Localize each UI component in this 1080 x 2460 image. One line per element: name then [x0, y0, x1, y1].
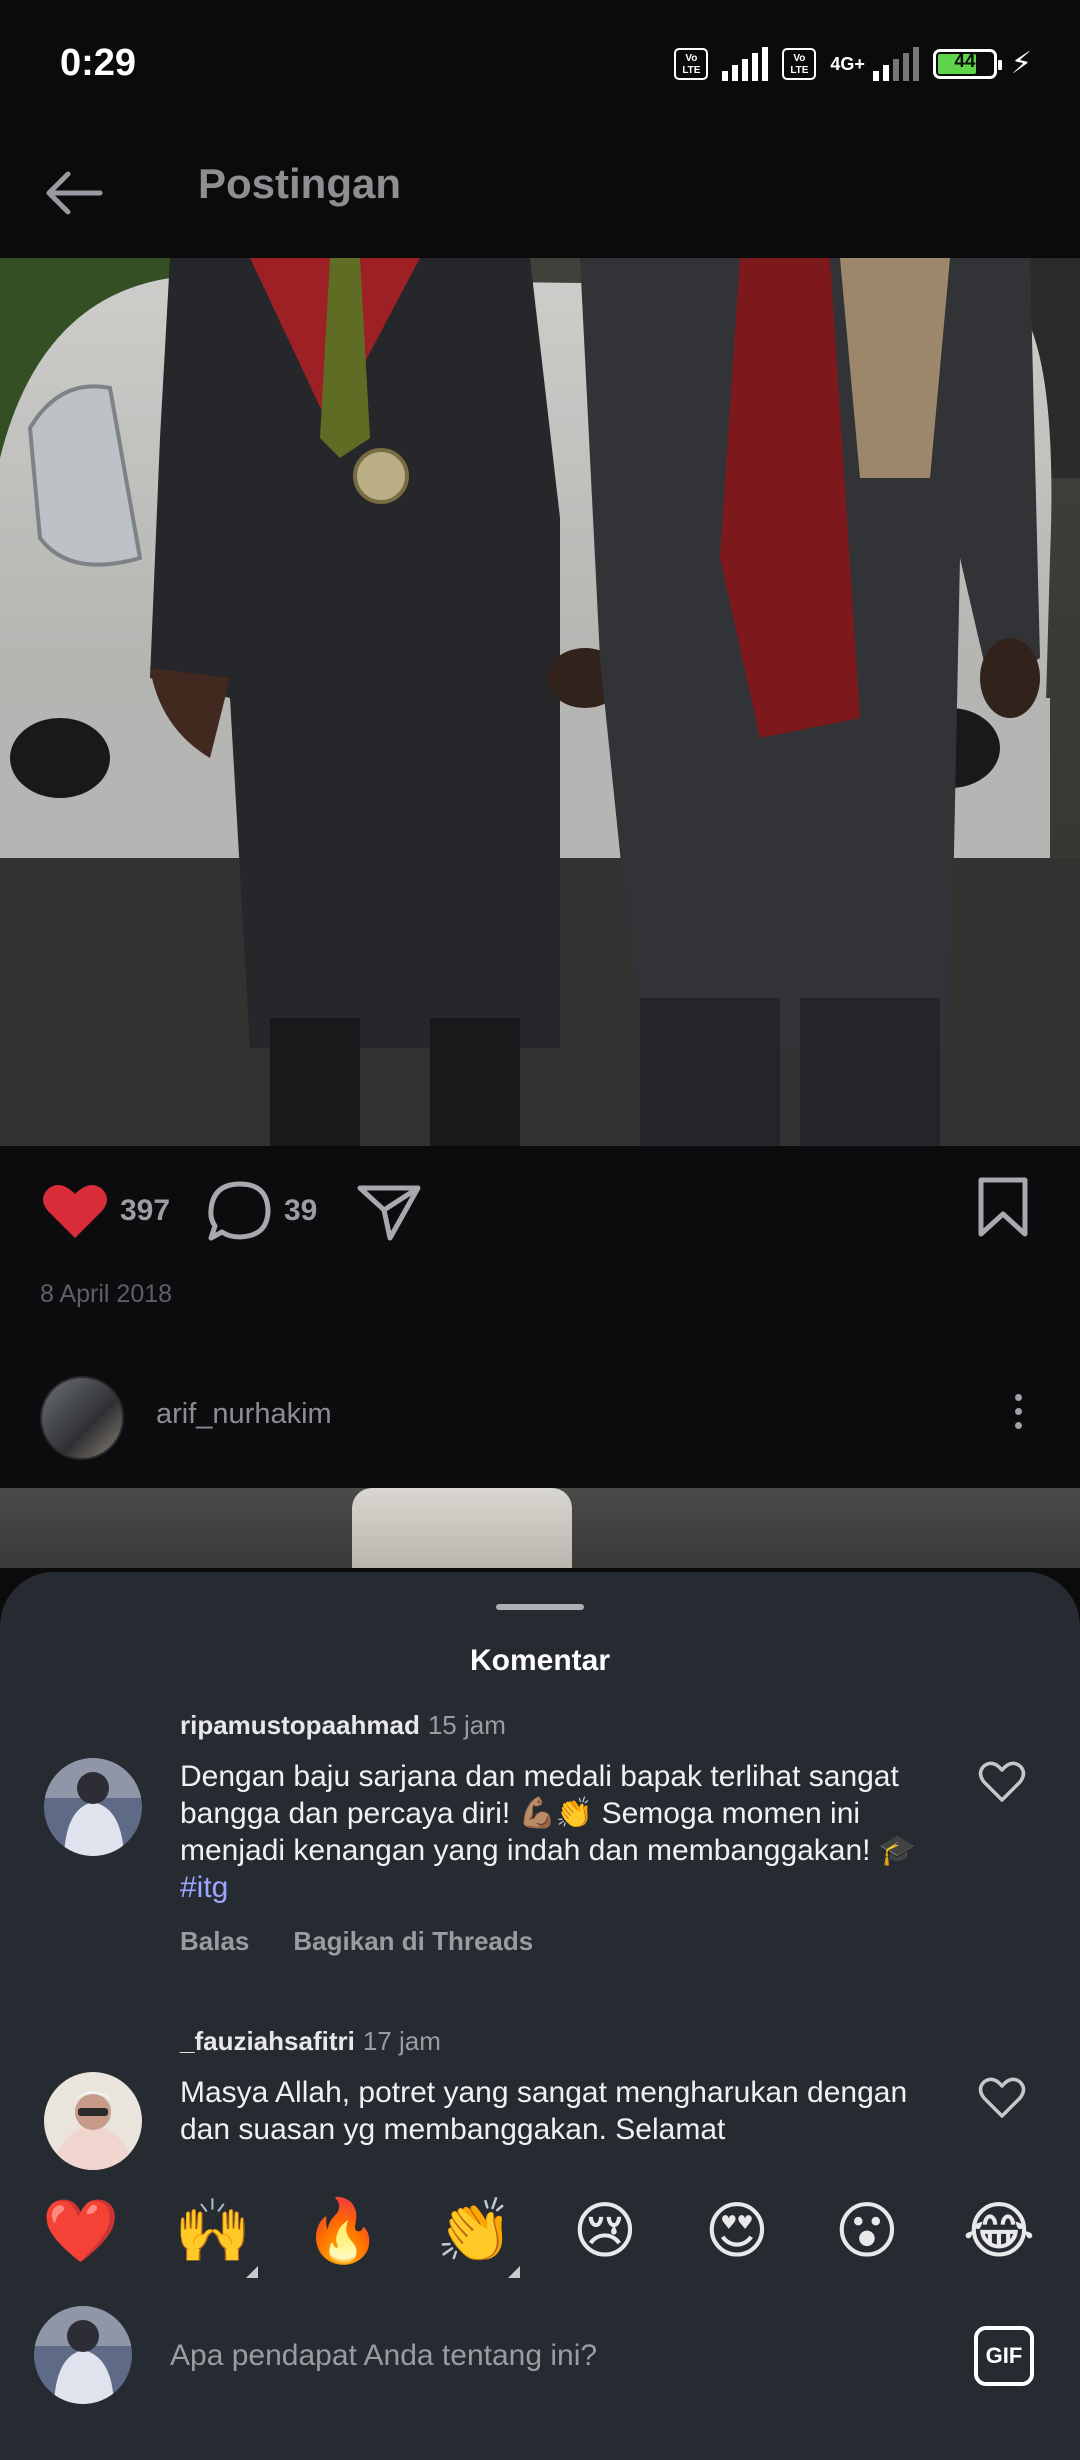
comment-username[interactable]: ripamustopaahmad 15 jam [180, 1710, 506, 1741]
post-photo[interactable] [0, 258, 1080, 1146]
comment-count[interactable]: 39 [284, 1194, 317, 1228]
emoji-clapping[interactable]: 👏 [430, 2192, 520, 2278]
sheet-drag-handle[interactable] [496, 1604, 584, 1610]
emoji-heart-eyes[interactable]: 😍 [692, 2192, 782, 2272]
comment-actions: Balas Bagikan di Threads [180, 1926, 577, 1957]
skin-tone-indicator-icon [508, 2266, 520, 2278]
avatar-image [44, 1758, 142, 1856]
comment-time: 15 jam [427, 1710, 506, 1740]
status-icons: Vo LTE Vo LTE 4G+ 44 ⚡ [674, 46, 1032, 81]
comment-composer: GIF [0, 2304, 1080, 2424]
post-date: 8 April 2018 [40, 1280, 173, 1308]
signal-icon-2 [872, 46, 919, 81]
comment-input[interactable] [170, 2328, 930, 2384]
network-type: 4G+ [830, 53, 865, 74]
like-button[interactable] [40, 1182, 110, 1247]
heart-outline-icon [978, 2077, 1026, 2118]
heart-filled-icon [43, 1185, 107, 1238]
emoji-crying[interactable]: 😢 [560, 2192, 650, 2272]
comment-username-text[interactable]: _fauziahsafitri [180, 2026, 355, 2056]
next-post-header: arif_nurhakim [0, 1340, 1080, 1488]
gif-button[interactable]: GIF [974, 2326, 1034, 2386]
comment-username-text[interactable]: ripamustopaahmad [180, 1710, 420, 1740]
reply-button[interactable]: Balas [180, 1926, 249, 1956]
paper-plane-icon [357, 1185, 421, 1241]
comment-like-button[interactable] [978, 1760, 1026, 1804]
graduation-photo [0, 258, 1080, 1146]
emoji-reaction-bar: ❤️ 🙌 🔥 👏 😢 😍 😮 😂 [0, 2174, 1080, 2304]
avatar[interactable] [44, 2072, 142, 2170]
next-post-username[interactable]: arif_nurhakim [156, 1398, 332, 1431]
comment-time: 17 jam [362, 2026, 441, 2056]
share-threads-button[interactable]: Bagikan di Threads [293, 1926, 533, 1956]
sheet-title: Komentar [469, 1644, 611, 1677]
volte-badge-2: Vo LTE [782, 47, 817, 80]
comments-sheet: Komentar ripamustopaahmad 15 jam Dengan b… [0, 1572, 1080, 2460]
graduation-cap-emoji: 🎓 [878, 1834, 917, 1867]
avatar[interactable] [44, 1758, 142, 1856]
status-time: 0:29 [60, 42, 137, 84]
signal-icon [722, 46, 769, 81]
volte-badge: Vo LTE [674, 47, 709, 80]
avatar [34, 2306, 132, 2404]
avatar[interactable] [40, 1376, 124, 1460]
more-options-icon[interactable] [1006, 1388, 1030, 1448]
comment-text-main: Dengan baju sarjana dan medali bapak ter… [180, 1760, 899, 1867]
emoji-clapping-glyph: 👏 [436, 2197, 514, 2266]
share-button[interactable] [354, 1178, 424, 1249]
back-button[interactable] [40, 158, 110, 228]
bookmark-icon [978, 1177, 1028, 1237]
emoji-surprised[interactable]: 😮 [822, 2192, 912, 2272]
sheet-bottom-spacer [0, 2424, 1080, 2460]
avatar-image [34, 2306, 132, 2404]
comment-bubble-icon [208, 1181, 271, 1241]
battery-level: 44 [954, 50, 976, 72]
heart-outline-icon [978, 1761, 1026, 1802]
emoji-laughing[interactable]: 😂 [954, 2192, 1044, 2272]
emoji-fire[interactable]: 🔥 [298, 2192, 388, 2272]
emoji-raising-hands-glyph: 🙌 [174, 2197, 252, 2266]
emoji-heart[interactable]: ❤️ [36, 2192, 126, 2272]
comment-username[interactable]: _fauziahsafitri 17 jam [180, 2026, 441, 2057]
comment-item: ripamustopaahmad 15 jam Dengan baju sarja… [0, 1710, 1080, 2010]
comment-button[interactable] [205, 1178, 275, 1249]
arrow-left-icon [46, 171, 103, 215]
avatar-image [44, 2072, 142, 2170]
status-bar: 0:29 Vo LTE Vo LTE 4G+ 44 ⚡ [0, 0, 1080, 130]
next-post-photo[interactable] [0, 1488, 1080, 1568]
skin-tone-indicator-icon [246, 2266, 258, 2278]
comment-like-button[interactable] [978, 2076, 1026, 2120]
like-count[interactable]: 397 [120, 1194, 170, 1228]
comment-text: Masya Allah, potret yang sangat mengharu… [180, 2076, 908, 2146]
hashtag-link[interactable]: #itg [180, 1871, 228, 1904]
battery-icon: 44 [932, 48, 1002, 79]
page-title: Postingan [198, 160, 402, 207]
app-header: Postingan [0, 130, 1080, 260]
bookmark-button[interactable] [976, 1176, 1030, 1243]
emoji-raising-hands[interactable]: 🙌 [168, 2192, 258, 2278]
charging-icon: ⚡ [1010, 47, 1032, 80]
comment-text: Dengan baju sarjana dan medali bapak ter… [180, 1758, 940, 1906]
